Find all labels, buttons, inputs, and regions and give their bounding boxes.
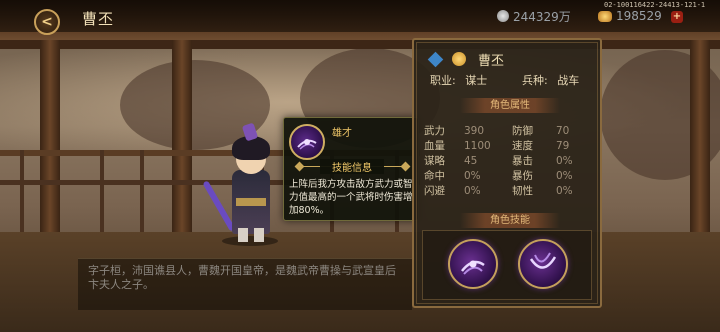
stat-row: 血量 1100 速度 79: [424, 139, 594, 154]
skill-description: 上阵后我方攻击敌方武力或智力值最高的一个武将时伤害增加80%。: [289, 179, 413, 216]
gold-ingot-icon: [598, 10, 612, 22]
stat-label: 暴伤: [512, 170, 533, 182]
stat-row: 闪避 0% 韧性 0%: [424, 184, 594, 199]
hero-name: 曹丕: [478, 54, 505, 69]
hero-description: 字子桓，沛国谯县人，曹魏开国皇帝，是魏武帝曹操与武宣皇后卞夫人之子。: [88, 264, 396, 291]
railing-post: [140, 150, 144, 235]
hero-sash: [236, 198, 266, 206]
back-button[interactable]: <: [34, 9, 60, 35]
arrow-left-icon: <: [41, 14, 53, 30]
purple-blade-skill-icon: [297, 139, 317, 150]
hero-leg: [238, 228, 248, 242]
stat-value: 0%: [556, 155, 573, 167]
stat-row: 谋略 45 暴击 0%: [424, 154, 594, 169]
stat-label: 武力: [424, 125, 445, 137]
silver-coin-icon: [497, 10, 509, 22]
purple-blade-skill-icon: [461, 260, 485, 275]
gold-currency: 198529: [598, 9, 662, 23]
railing-post: [100, 150, 104, 235]
skill-info-title: 技能信息: [320, 159, 384, 174]
page-title: 曹丕: [82, 10, 115, 28]
stat-label: 血量: [424, 140, 445, 152]
stat-label: 暴击: [512, 155, 533, 167]
stat-label: 命中: [424, 170, 445, 182]
silver-amount: 244329万: [513, 9, 571, 24]
build-id-text: 02-100116422-24413-121-1: [604, 1, 706, 9]
job-label: 职业:: [430, 74, 456, 87]
stats-table: 武力 390 防御 70 血量 1100 速度 79 谋略 45 暴击 0% 命中 0% 暴伤 0% 闪避 0% 韧…: [424, 124, 594, 199]
troop-label: 兵种:: [522, 74, 548, 87]
stat-value: 390: [464, 125, 485, 137]
gold-amount: 198529: [616, 9, 662, 23]
stat-value: 0%: [464, 185, 481, 197]
stat-label: 韧性: [512, 185, 533, 197]
stat-value: 1100: [464, 140, 491, 152]
railing-post: [20, 150, 24, 235]
stat-value: 79: [556, 140, 570, 152]
stat-value: 45: [464, 155, 478, 167]
attributes-section-title: 角色属性: [460, 98, 560, 113]
stat-value: 70: [556, 125, 570, 137]
stat-label: 速度: [512, 140, 533, 152]
gold-orb-icon: [452, 52, 466, 66]
stat-row: 命中 0% 暴伤 0%: [424, 169, 594, 184]
job-value: 谋士: [465, 74, 488, 87]
stat-row: 武力 390 防御 70: [424, 124, 594, 139]
add-gold-button[interactable]: +: [671, 11, 683, 23]
stat-label: 谋略: [424, 155, 445, 167]
stat-label: 闪避: [424, 185, 445, 197]
skill-slot-1[interactable]: [448, 239, 498, 289]
hero-leg: [254, 228, 264, 242]
troop-value: 战车: [557, 74, 580, 87]
skill-icon: [289, 124, 325, 160]
skill-name: 雄才: [332, 128, 352, 139]
stat-label: 防御: [512, 125, 533, 137]
stat-value: 0%: [556, 170, 573, 182]
hero-character[interactable]: [202, 118, 284, 248]
stat-value: 0%: [556, 185, 573, 197]
skills-section-title: 角色技能: [460, 213, 560, 228]
job-line: 职业: 谋士: [430, 72, 488, 87]
hero-shadow: [222, 236, 278, 246]
silver-currency: 244329万: [497, 9, 571, 24]
skill-slot-2[interactable]: [518, 239, 568, 289]
stat-value: 0%: [464, 170, 481, 182]
roof-beam: [0, 40, 720, 49]
troop-line: 兵种: 战车: [522, 72, 580, 87]
purple-whip-skill-icon: [529, 252, 557, 269]
